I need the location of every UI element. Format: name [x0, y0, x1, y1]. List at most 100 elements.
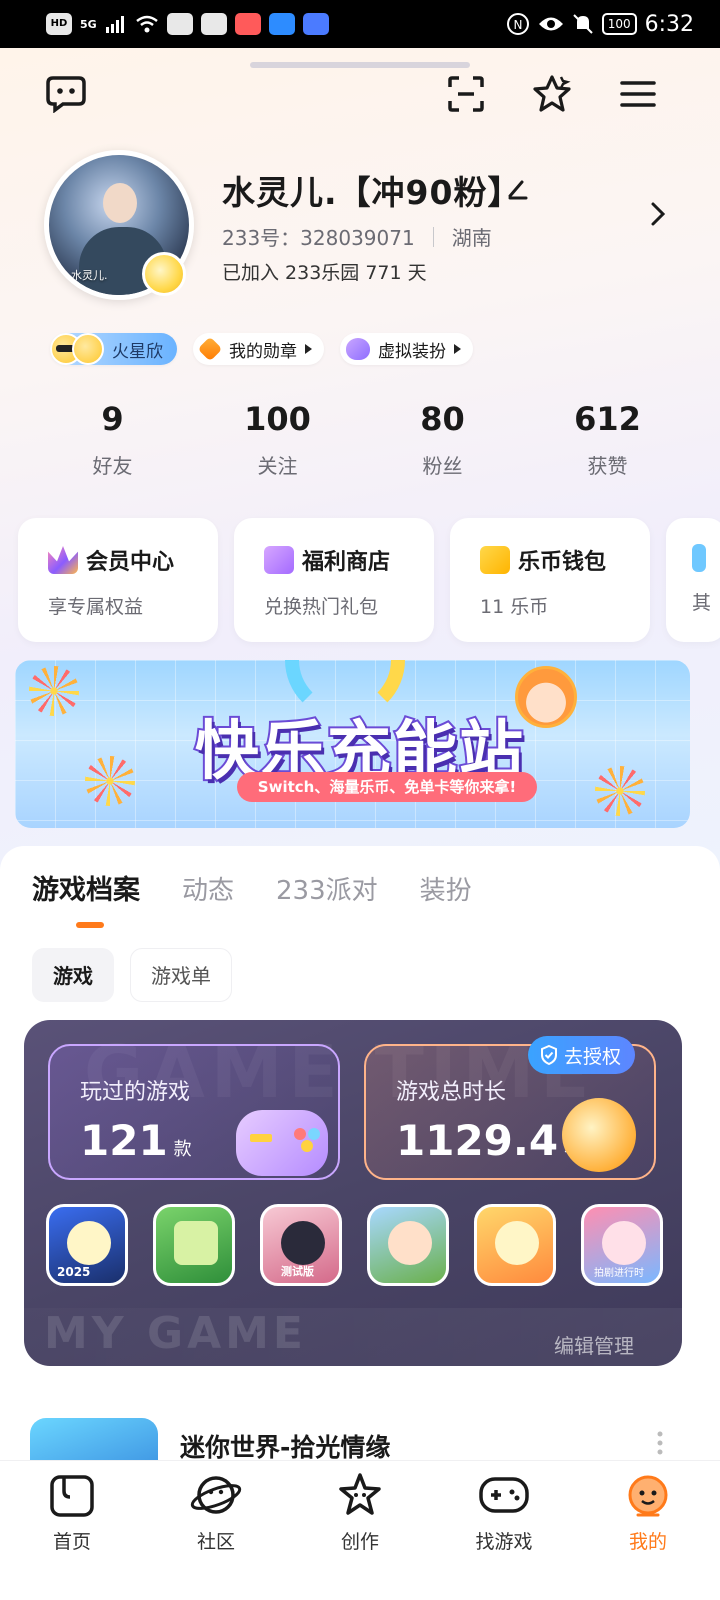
nav-label: 我的 [628, 1531, 667, 1553]
scan-button[interactable] [444, 72, 488, 116]
game-icon-5[interactable] [474, 1204, 556, 1286]
subtabs: 游戏 游戏单 [32, 948, 232, 1002]
battery-indicator: 100 [601, 13, 637, 35]
mascot-shape [67, 1221, 111, 1265]
triangle-right-icon [454, 344, 461, 354]
feature-cards: 会员中心 享专属权益 福利商店 兑换热门礼包 乐币钱包 11 乐币 其 [18, 518, 720, 642]
chat-bubble-icon [46, 76, 86, 113]
active-tab-indicator [76, 922, 104, 928]
avatar-face [103, 183, 137, 223]
app-icon [200, 13, 227, 35]
menu-button[interactable] [616, 72, 660, 116]
mascot-shape [174, 1221, 218, 1265]
card-subtitle: 兑换热门礼包 [264, 596, 379, 618]
my-medals-button[interactable]: 我的勋章 [193, 333, 324, 365]
chevron-right-icon[interactable] [648, 200, 668, 228]
stat-friends[interactable]: 9 好友 [30, 400, 195, 479]
message-button[interactable] [44, 72, 88, 116]
tab-activity[interactable]: 动态 [182, 870, 234, 907]
stat-likes[interactable]: 612 获赞 [525, 400, 690, 479]
card-title: 乐币钱包 [518, 550, 607, 575]
triangle-right-icon [305, 344, 312, 354]
more-vertical-icon[interactable] [656, 1430, 664, 1456]
game-caption: 2025 [57, 1265, 91, 1279]
edit-manage-button[interactable]: 编辑管理 [554, 1330, 634, 1359]
profile-tabs: 游戏档案 动态 233派对 装扮 [32, 868, 472, 907]
app-icon [268, 13, 295, 35]
clock: 6:32 [644, 11, 694, 37]
tab-game-archive[interactable]: 游戏档案 [32, 868, 140, 907]
star-eyes-emoji-icon [72, 333, 104, 365]
tab-233-party[interactable]: 233派对 [276, 870, 378, 907]
subtab-game-lists[interactable]: 游戏单 [130, 948, 232, 1002]
nav-label: 找游戏 [475, 1531, 533, 1553]
total-playtime-number: 1129.4 [396, 1116, 559, 1165]
game-icon-6[interactable]: 拍剧进行时 [581, 1204, 663, 1286]
nav-label: 首页 [52, 1531, 91, 1553]
wifi-icon [135, 15, 158, 33]
games-played-number: 121 [80, 1116, 168, 1165]
planet-icon [190, 1476, 242, 1514]
stat-label: 获赞 [587, 454, 628, 478]
virtual-outfit-button[interactable]: 虚拟装扮 [340, 333, 473, 365]
game-caption: 测试版 [281, 1265, 314, 1278]
more-card[interactable]: 其 [666, 518, 720, 642]
mascot-icon [628, 1475, 668, 1517]
games-played-card[interactable]: 玩过的游戏 121 款 [48, 1044, 340, 1180]
favorites-button[interactable] [530, 72, 574, 116]
app-icon [166, 13, 193, 35]
app-icon [234, 13, 261, 35]
stat-followers[interactable]: 80 粉丝 [360, 400, 525, 479]
user-id: 233号：328039071 [222, 226, 415, 250]
mute-bell-icon [572, 14, 593, 34]
firework-decoration [595, 766, 645, 816]
hd-icon: HD [46, 13, 72, 35]
mascot-shape [281, 1221, 325, 1265]
game-icon-3[interactable]: 测试版 [260, 1204, 342, 1286]
join-duration: 已加入 233乐园 771 天 [222, 262, 427, 284]
username: 水灵儿.【冲90粉】 [222, 173, 522, 212]
stat-label: 关注 [257, 454, 298, 478]
tab-outfit[interactable]: 装扮 [420, 870, 472, 907]
authorize-label: 去授权 [564, 1045, 622, 1068]
edit-pencil-icon[interactable] [506, 178, 528, 200]
mars-badge[interactable]: 火星欣 [50, 333, 177, 365]
drag-handle[interactable] [250, 62, 470, 68]
games-played-unit: 款 [173, 1139, 192, 1160]
nav-home[interactable]: 首页 [0, 1461, 144, 1600]
stat-following[interactable]: 100 关注 [195, 400, 360, 479]
crown-icon [48, 546, 78, 574]
games-played-value: 121 款 [80, 1116, 192, 1165]
authorize-button[interactable]: 去授权 [528, 1036, 636, 1074]
card-title: 福利商店 [302, 550, 391, 575]
subtab-games[interactable]: 游戏 [32, 948, 114, 1002]
stopwatch-icon [562, 1098, 636, 1172]
welfare-store-card[interactable]: 福利商店 兑换热门礼包 [234, 518, 434, 642]
vip-center-card[interactable]: 会员中心 享专属权益 [18, 518, 218, 642]
nav-community[interactable]: 社区 [144, 1461, 288, 1600]
virtual-outfit-label: 虚拟装扮 [378, 341, 446, 362]
uid-row: 233号：328039071 湖南 [222, 222, 492, 251]
promo-banner[interactable]: 快乐充能站 Switch、海量乐币、免单卡等你来拿! [15, 660, 690, 828]
stats-row: 9 好友 100 关注 80 粉丝 612 获赞 [30, 400, 690, 479]
nav-me[interactable]: 我的 [576, 1461, 720, 1600]
gamepad-icon [479, 1477, 529, 1513]
game-icon-4[interactable] [367, 1204, 449, 1286]
nfc-label: N [513, 18, 522, 32]
game-icon-2[interactable] [153, 1204, 235, 1286]
nav-create[interactable]: 创作 [288, 1461, 432, 1600]
hamburger-menu-icon [620, 81, 656, 107]
status-bar: HD 5G N 100 6:32 [0, 0, 720, 48]
stat-value: 9 [101, 400, 124, 438]
badge-row: 火星欣 我的勋章 虚拟装扮 [50, 333, 473, 365]
coin-wallet-card[interactable]: 乐币钱包 11 乐币 [450, 518, 650, 642]
recent-games-list: 2025 测试版 拍剧进行时 [46, 1204, 663, 1286]
shield-check-icon [541, 1045, 557, 1065]
watermark-my-game: MY GAME [44, 1308, 307, 1359]
app-icon [302, 13, 329, 35]
nav-find-games[interactable]: 找游戏 [432, 1461, 576, 1600]
my-medals-label: 我的勋章 [229, 341, 297, 362]
game-icon-1[interactable]: 2025 [46, 1204, 128, 1286]
stat-value: 612 [574, 400, 641, 438]
medal-icon [197, 336, 223, 362]
